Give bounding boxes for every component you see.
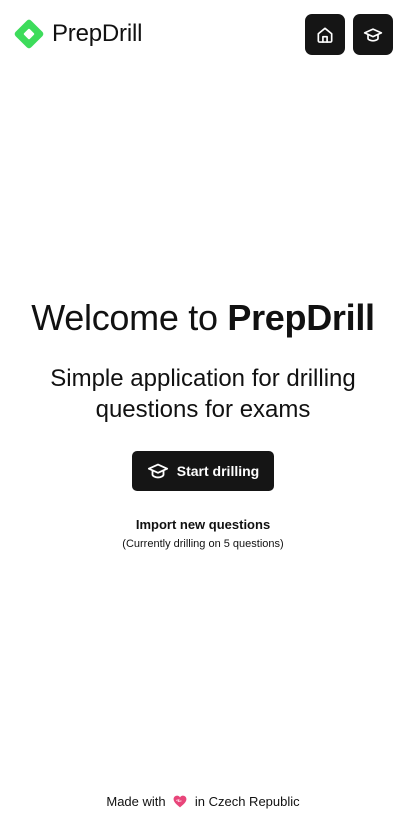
footer: Made with in Czech Republic [0,794,406,809]
graduation-cap-icon [363,27,383,42]
welcome-heading: Welcome to PrepDrill [0,295,406,341]
start-drilling-label: Start drilling [176,463,260,479]
subtitle: Simple application for drilling question… [50,365,356,423]
diamond-logo-icon [14,19,44,49]
home-button[interactable] [305,14,345,55]
welcome-prefix: Welcome to [31,297,228,338]
home-icon [317,27,333,43]
import-questions-link[interactable]: Import new questions [136,517,270,532]
start-drilling-button[interactable]: Start drilling [132,451,274,491]
footer-suffix: in Czech Republic [194,794,300,809]
welcome-brand: PrepDrill [227,297,375,338]
drilling-status: (Currently drilling on 5 questions) [122,538,284,550]
brand-name: PrepDrill [52,20,143,47]
graduation-cap-icon [147,463,168,479]
top-nav [305,14,393,55]
hero-section: Welcome to PrepDrill Simple application … [0,295,406,550]
drill-button[interactable] [353,14,393,55]
heart-icon [173,795,187,808]
app-root: PrepDrill Welcome to PrepDrill Simple ap… [0,0,406,820]
footer-prefix: Made with [106,794,166,809]
brand-link[interactable]: PrepDrill [12,17,142,51]
top-header: PrepDrill [0,0,406,70]
